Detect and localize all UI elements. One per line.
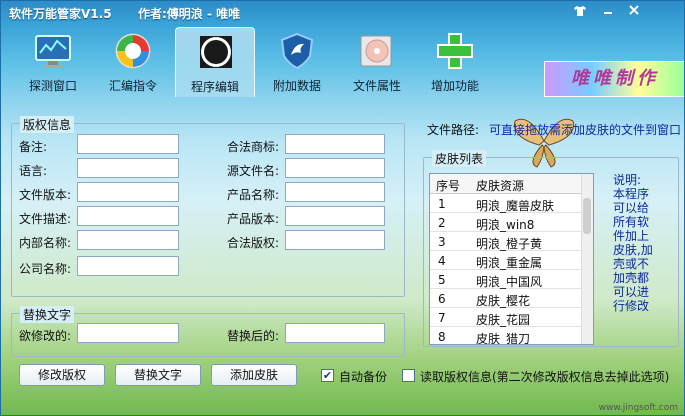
table-row[interactable]: 6 皮肤_樱花 bbox=[430, 289, 593, 308]
replace-after-input[interactable] bbox=[285, 323, 385, 343]
app-window: 软件万能管家V1.5 作者:傅明浪 - 唯唯 探测窗口 汇编指令 程序编辑 附加… bbox=[0, 0, 685, 416]
tab-label: 增加功能 bbox=[430, 79, 479, 93]
field-label-product-version: 产品版本: bbox=[227, 212, 280, 226]
tab-label: 文件属性 bbox=[352, 79, 401, 93]
table-row[interactable]: 3 明浪_橙子黄 bbox=[430, 232, 593, 251]
replace-before-label: 欲修改的: bbox=[19, 329, 72, 343]
scrollbar-thumb[interactable] bbox=[583, 198, 591, 234]
tab-extra-data[interactable]: 附加数据 bbox=[257, 27, 337, 97]
row-name: 明浪_橙子黄 bbox=[476, 237, 543, 251]
monitor-icon bbox=[33, 31, 73, 71]
copyright-legend: 版权信息 bbox=[20, 116, 75, 133]
read-info-label[interactable]: 读取版权信息(第二次修改版权信息去掉此选项) bbox=[420, 368, 669, 385]
row-name: 明浪_中国风 bbox=[476, 275, 543, 289]
modify-copyright-button[interactable]: 修改版权 bbox=[19, 364, 105, 386]
trademark-input[interactable] bbox=[285, 134, 385, 154]
tab-label: 程序编辑 bbox=[190, 80, 239, 94]
app-title: 软件万能管家V1.5 bbox=[9, 7, 112, 21]
table-row[interactable]: 4 明浪_重金属 bbox=[430, 251, 593, 270]
row-name: 皮肤_樱花 bbox=[476, 294, 531, 308]
tab-label: 附加数据 bbox=[272, 79, 321, 93]
replace-before-input[interactable] bbox=[77, 323, 179, 343]
original-filename-input[interactable] bbox=[285, 158, 385, 178]
row-no: 8 bbox=[438, 330, 446, 344]
field-label-company-name: 公司名称: bbox=[19, 262, 72, 276]
field-label-product-name: 产品名称: bbox=[227, 188, 280, 202]
col-header-name[interactable]: 皮肤资源 bbox=[476, 177, 524, 194]
row-no: 7 bbox=[438, 311, 446, 325]
table-row[interactable]: 2 明浪_win8 bbox=[430, 213, 593, 232]
tab-add-function[interactable]: 增加功能 bbox=[415, 27, 495, 97]
row-no: 6 bbox=[438, 292, 446, 306]
skin-list-table[interactable]: 序号 皮肤资源 1 明浪_魔兽皮肤 2 明浪_win8 3 明浪_橙子黄 4 明浪_重金… bbox=[429, 173, 594, 345]
row-no: 4 bbox=[438, 254, 446, 268]
field-label-original-filename: 源文件名: bbox=[227, 164, 280, 178]
row-no: 2 bbox=[438, 216, 446, 230]
field-label-remarks: 备注: bbox=[19, 140, 48, 154]
skin-list-scrollbar[interactable] bbox=[581, 174, 593, 344]
product-version-input[interactable] bbox=[285, 206, 385, 226]
row-no: 3 bbox=[438, 235, 446, 249]
file-path-hint: 可直接拖放需添加皮肤的文件到窗口 bbox=[489, 123, 682, 137]
remarks-input[interactable] bbox=[77, 134, 179, 154]
replace-after-label: 替换后的: bbox=[227, 329, 280, 343]
shirt-icon[interactable] bbox=[572, 4, 588, 20]
company-name-input[interactable] bbox=[77, 256, 179, 276]
row-name: 明浪_重金属 bbox=[476, 256, 543, 270]
replace-text-button[interactable]: 替换文字 bbox=[115, 364, 201, 386]
author-text: 作者:傅明浪 - 唯唯 bbox=[138, 7, 241, 21]
skin-list-legend: 皮肤列表 bbox=[432, 150, 487, 167]
table-row[interactable]: 5 明浪_中国风 bbox=[430, 270, 593, 289]
file-version-input[interactable] bbox=[77, 182, 179, 202]
field-label-trademark: 合法商标: bbox=[227, 140, 280, 154]
blank-icon bbox=[196, 32, 236, 72]
add-skin-button[interactable]: 添加皮肤 bbox=[211, 364, 297, 386]
col-header-no[interactable]: 序号 bbox=[436, 177, 460, 194]
refresh-icon bbox=[113, 31, 153, 71]
tab-label: 探测窗口 bbox=[28, 79, 77, 93]
legal-copyright-input[interactable] bbox=[285, 230, 385, 250]
banner-text: 唯唯制作 bbox=[571, 68, 659, 89]
shield-icon bbox=[277, 31, 317, 71]
tab-detect-window[interactable]: 探测窗口 bbox=[13, 27, 93, 97]
table-row[interactable]: 7 皮肤_花园 bbox=[430, 308, 593, 327]
product-name-input[interactable] bbox=[285, 182, 385, 202]
author-banner: 唯唯制作 bbox=[544, 61, 684, 97]
watermark: www.jingsoft.com bbox=[598, 403, 678, 413]
field-label-legal-copyright: 合法版权: bbox=[227, 236, 280, 250]
field-label-internal-name: 内部名称: bbox=[19, 236, 72, 250]
disc-icon bbox=[357, 31, 397, 71]
plus-icon bbox=[435, 31, 475, 71]
tab-asm-instructions[interactable]: 汇编指令 bbox=[93, 27, 173, 97]
close-icon[interactable] bbox=[626, 4, 642, 20]
field-label-language: 语言: bbox=[19, 164, 48, 178]
field-label-file-version: 文件版本: bbox=[19, 188, 72, 202]
file-path-label: 文件路径: bbox=[427, 123, 480, 137]
minimize-icon[interactable] bbox=[600, 4, 616, 20]
auto-backup-label[interactable]: 自动备份 bbox=[339, 368, 387, 385]
internal-name-input[interactable] bbox=[77, 230, 179, 250]
language-input[interactable] bbox=[77, 158, 179, 178]
read-info-checkbox[interactable] bbox=[402, 369, 415, 382]
title-bar[interactable]: 软件万能管家V1.5 作者:傅明浪 - 唯唯 bbox=[1, 1, 684, 25]
table-row[interactable]: 1 明浪_魔兽皮肤 bbox=[430, 194, 593, 213]
tab-file-properties[interactable]: 文件属性 bbox=[337, 27, 417, 97]
skin-table-header: 序号 皮肤资源 bbox=[430, 174, 593, 194]
file-description-input[interactable] bbox=[77, 206, 179, 226]
usage-note: 说明:本程序可以给所有软件加上皮肤,加壳或不加壳都可以进行修改 bbox=[613, 173, 653, 313]
replace-legend: 替换文字 bbox=[20, 306, 75, 323]
auto-backup-checkbox[interactable]: ✔ bbox=[321, 369, 334, 382]
row-no: 1 bbox=[438, 197, 446, 211]
tab-label: 汇编指令 bbox=[108, 79, 157, 93]
row-name: 皮肤_花园 bbox=[476, 313, 531, 327]
row-name: 明浪_win8 bbox=[476, 218, 535, 232]
row-no: 5 bbox=[438, 273, 446, 287]
field-label-file-description: 文件描述: bbox=[19, 212, 72, 226]
tab-program-edit[interactable]: 程序编辑 bbox=[175, 27, 255, 97]
row-name: 明浪_魔兽皮肤 bbox=[476, 199, 555, 213]
row-name: 皮肤_猎刀 bbox=[476, 332, 531, 345]
table-row[interactable]: 8 皮肤_猎刀 bbox=[430, 327, 593, 345]
main-toolbar: 探测窗口 汇编指令 程序编辑 附加数据 文件属性 增加功能 bbox=[7, 27, 547, 97]
